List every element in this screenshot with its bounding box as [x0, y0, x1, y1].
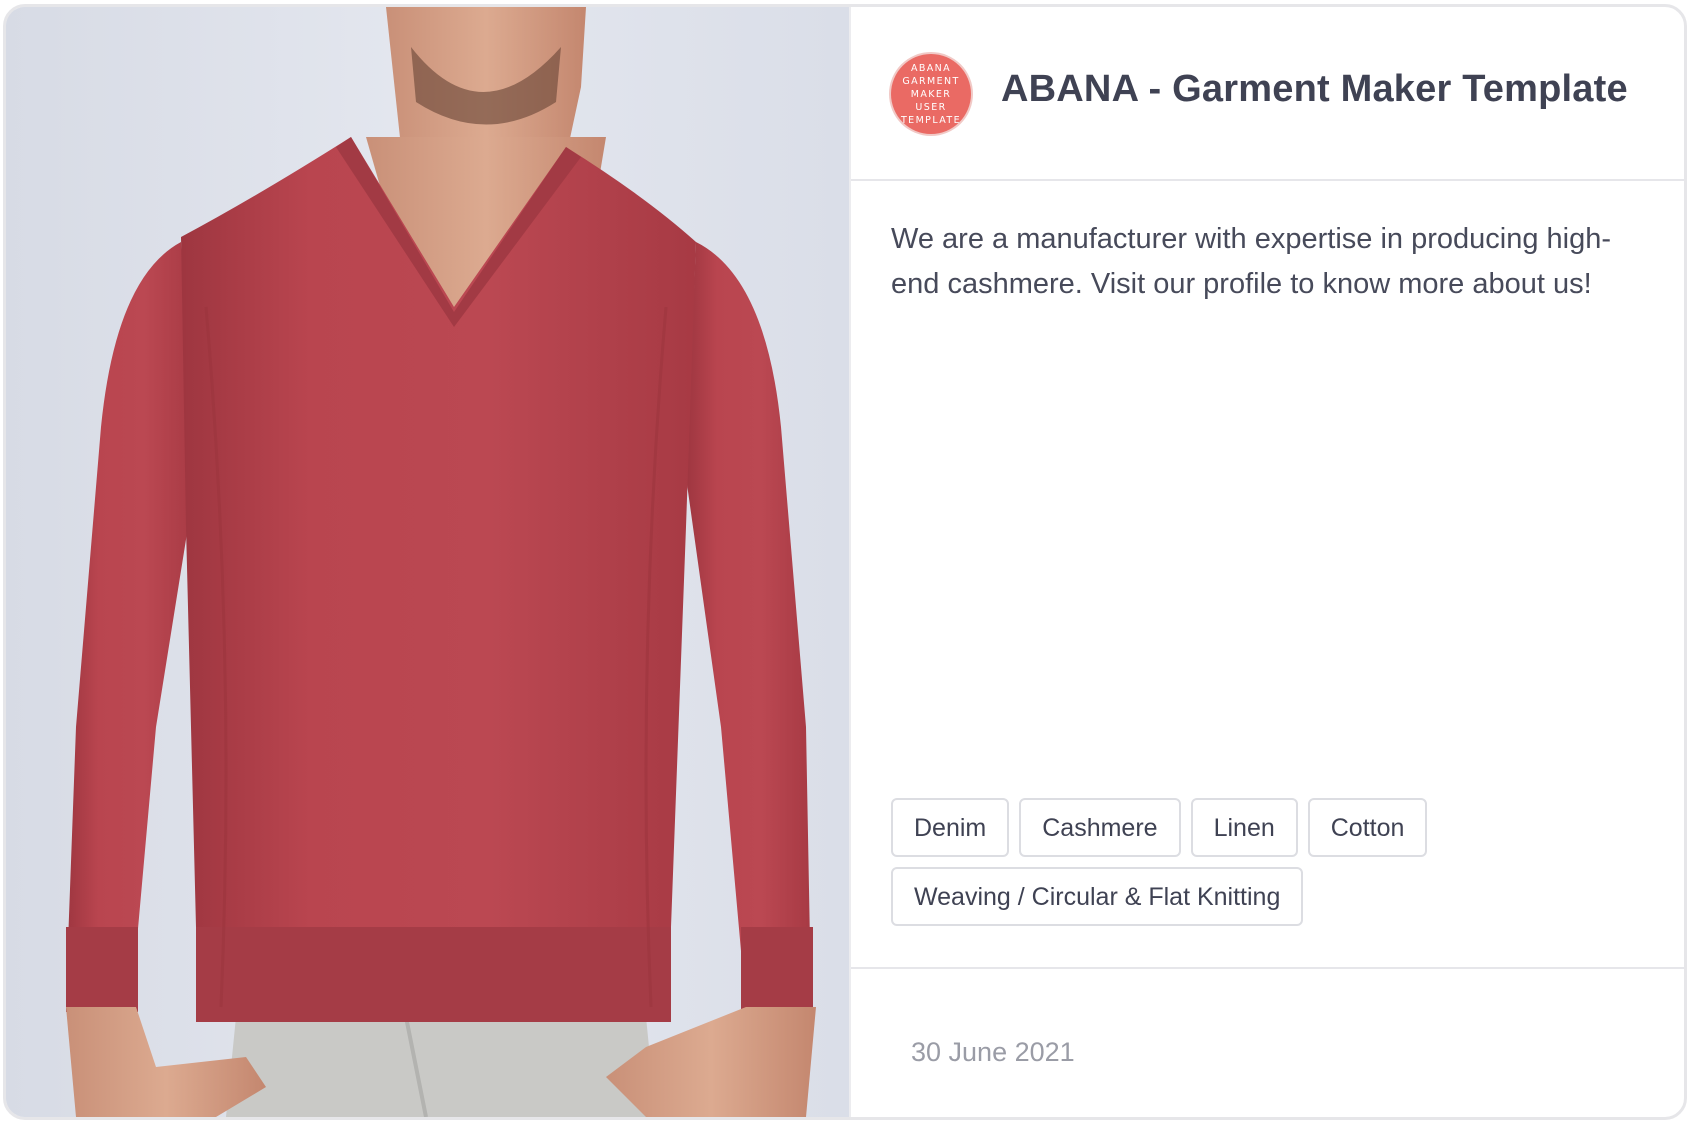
- profile-card[interactable]: ABANA GARMENT MAKER USER TEMPLATE ABANA …: [3, 4, 1687, 1120]
- tag-cotton[interactable]: Cotton: [1307, 798, 1428, 857]
- footer-divider: [851, 967, 1684, 969]
- company-title[interactable]: ABANA - Garment Maker Template: [1001, 68, 1628, 111]
- tag-denim[interactable]: Denim: [891, 798, 1010, 857]
- card-content: ABANA GARMENT MAKER USER TEMPLATE ABANA …: [851, 7, 1684, 1117]
- logo-text-line-3: MAKER: [910, 88, 952, 100]
- model-sweater-illustration: [6, 7, 849, 1117]
- logo-text-line-4: USER: [915, 101, 947, 113]
- company-description: We are a manufacturer with expertise in …: [891, 223, 1612, 300]
- tag-weaving-knitting[interactable]: Weaving / Circular & Flat Knitting: [891, 867, 1304, 926]
- tag-linen[interactable]: Linen: [1190, 798, 1298, 857]
- logo-text-line-5: TEMPLATE: [900, 114, 961, 126]
- tag-cashmere[interactable]: Cashmere: [1019, 798, 1181, 857]
- logo-text-line-2: GARMENT: [902, 75, 960, 87]
- card-header: ABANA GARMENT MAKER USER TEMPLATE ABANA …: [851, 7, 1684, 181]
- product-photo: [6, 7, 849, 1117]
- logo-text-line-1: ABANA: [910, 62, 952, 74]
- company-logo-avatar[interactable]: ABANA GARMENT MAKER USER TEMPLATE: [891, 54, 971, 134]
- post-date: 30 June 2021: [911, 1037, 1075, 1067]
- tag-list: Denim Cashmere Linen Cotton Weaving / Ci…: [891, 798, 1651, 926]
